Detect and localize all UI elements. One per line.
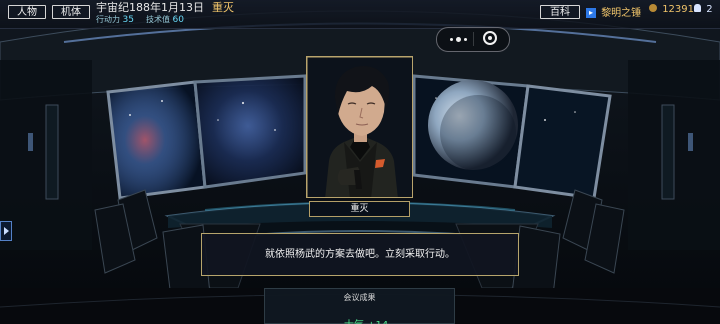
action-value: 35 [122,15,134,25]
date-and-leader: 宇宙纪188年1月13日 重灭 [96,0,234,15]
tech-label: 技术值 [146,15,170,24]
top-bar: 人物 机体 宇宙纪188年1月13日 重灭 行动力 35 技术值 60 百科 ▸ … [0,0,720,29]
divider [473,32,474,46]
encyclopedia-button[interactable]: 百科 [540,5,580,19]
three-dot-icon[interactable] [450,36,468,42]
population-display: 2 [694,4,713,15]
character-name-plate: 重灭 [309,201,410,217]
character-portrait-card [306,56,413,198]
dialogue-text: 就依照杨武的方案去做吧。立刻采取行动。 [265,249,455,260]
money-bag-icon [649,4,657,12]
play-icon [4,227,9,235]
blue-flag-icon: ▸ [586,8,596,18]
mini-program-controls [436,27,510,52]
results-title: 会议成果 [343,293,376,302]
dialogue-box[interactable]: 就依照杨武的方案去做吧。立刻采取行动。 [201,233,519,276]
game-date: 宇宙纪188年1月13日 [96,1,204,14]
action-label: 行动力 [96,15,120,24]
gold-display: 12391 [649,4,694,15]
morale-gain: 士气 +14 [344,316,388,324]
target-ring-icon[interactable] [483,31,497,45]
tech-value: 60 [172,15,184,25]
person-icon [694,4,701,12]
side-panel-tab[interactable] [0,221,12,241]
faction-name: 黎明之锤 [601,8,642,19]
population-value: 2 [706,4,713,15]
character-button[interactable]: 人物 [8,5,46,19]
game-screen: 人物 机体 宇宙纪188年1月13日 重灭 行动力 35 技术值 60 百科 ▸ … [0,0,720,324]
meeting-results-panel: 会议成果 士气 +14 [264,288,455,324]
gold-value: 12391 [662,4,694,15]
faction-display[interactable]: ▸ 黎明之锤 [586,4,641,19]
tech-points: 技术值 60 [146,14,184,25]
character-portrait [307,57,412,197]
leader-name: 重灭 [212,1,234,14]
mecha-button[interactable]: 机体 [52,5,90,19]
action-points: 行动力 35 [96,14,134,25]
